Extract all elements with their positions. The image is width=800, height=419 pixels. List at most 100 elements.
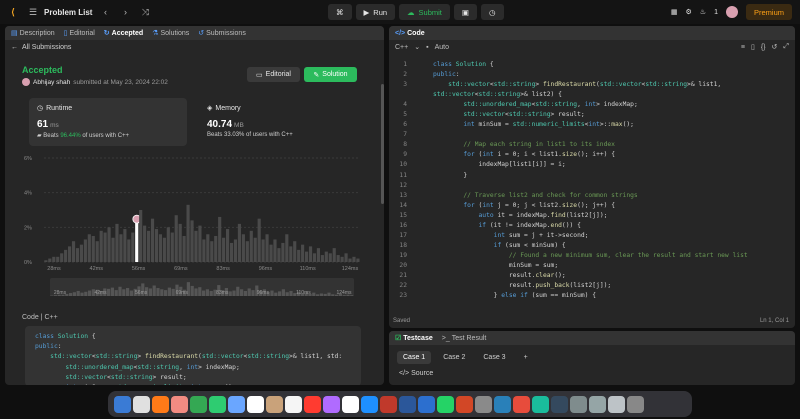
system-settings-icon[interactable] [380, 395, 397, 413]
mail-icon[interactable] [228, 395, 245, 413]
histogram-bar[interactable] [344, 253, 348, 262]
reset-icon[interactable]: ↺ [772, 43, 778, 51]
histogram-bar[interactable] [218, 216, 222, 262]
problem-list-link[interactable]: Problem List [44, 8, 92, 17]
histogram-bar[interactable] [107, 227, 111, 262]
tab-description[interactable]: ▤ Description [11, 29, 55, 37]
photos-icon[interactable] [171, 395, 188, 413]
code-line[interactable]: if (sum < minSum) { [433, 241, 748, 251]
problem-list-icon[interactable]: ☰ [26, 5, 40, 19]
code-line[interactable]: result.push_back(list2[j]); [433, 281, 748, 291]
clock-icon[interactable] [266, 395, 283, 413]
histogram-bar[interactable] [356, 258, 360, 262]
notes-button[interactable]: ▣ [453, 4, 477, 20]
safari-icon[interactable] [494, 395, 511, 413]
histogram-bar[interactable] [75, 248, 80, 262]
histogram-bar[interactable] [119, 234, 123, 262]
histogram-bar[interactable] [210, 241, 214, 262]
code-lines[interactable]: class Solution {public: std::vector<std:… [433, 60, 748, 301]
code-line[interactable]: std::unordered_map<std::string, int> ind… [433, 100, 748, 110]
prev-problem-icon[interactable]: ‹ [98, 5, 112, 19]
histogram-bar[interactable] [249, 230, 253, 262]
histogram-bar[interactable] [131, 232, 135, 262]
podcasts-icon[interactable] [323, 395, 340, 413]
case-1[interactable]: Case 1 [397, 351, 432, 364]
tab-submissions[interactable]: ↺ Submissions [198, 29, 246, 37]
memory-card[interactable]: ◈ Memory 40.74 MB Beats 33.03% of users wi… [199, 98, 355, 146]
preview-icon[interactable] [475, 395, 492, 413]
histogram-bar[interactable] [308, 246, 313, 262]
appstore-icon[interactable] [361, 395, 378, 413]
histogram-bar[interactable] [127, 239, 131, 262]
histogram-bar[interactable] [305, 251, 309, 262]
histogram-bar[interactable] [285, 234, 289, 262]
histogram-bar[interactable] [186, 204, 190, 262]
debug-button[interactable]: ⌘ [328, 4, 352, 20]
firefox-icon[interactable] [152, 395, 169, 413]
histogram-bar[interactable] [222, 237, 226, 262]
powerpoint-icon[interactable] [456, 395, 473, 413]
histogram-bar[interactable] [111, 237, 115, 262]
username[interactable]: Abhijay shah [33, 79, 70, 86]
calendar-icon[interactable] [247, 395, 264, 413]
histogram-bar[interactable] [269, 244, 273, 262]
vscode-icon[interactable] [418, 395, 435, 413]
histogram-bar[interactable] [166, 227, 170, 262]
code-line[interactable]: int sum = j + it->second; [433, 231, 748, 241]
histogram-bar[interactable] [56, 256, 60, 262]
xcode-icon[interactable] [532, 395, 549, 413]
histogram-bar[interactable] [123, 229, 127, 262]
chrome-icon[interactable] [133, 395, 150, 413]
all-submissions-link[interactable]: All Submissions [22, 44, 71, 51]
histogram-bar[interactable] [182, 236, 186, 262]
histogram-bar[interactable] [139, 210, 143, 262]
histogram-bar[interactable] [257, 218, 261, 262]
run-button[interactable]: ▶ Run [355, 4, 396, 20]
add-case-icon[interactable]: + [518, 351, 534, 364]
histogram-bar[interactable] [293, 241, 297, 262]
case-3[interactable]: Case 3 [477, 351, 511, 364]
tv-icon[interactable] [342, 395, 359, 413]
histogram-bar[interactable] [103, 232, 107, 262]
facetime-icon[interactable] [209, 395, 226, 413]
premium-button[interactable]: Premium [745, 4, 792, 20]
code-line[interactable] [433, 181, 748, 191]
histogram-bar[interactable] [178, 223, 182, 262]
code-line[interactable]: for (int i = 0; i < list1.size(); i++) { [433, 150, 748, 160]
leetcode-logo-icon[interactable]: ⟨ [6, 5, 20, 19]
histogram-bar[interactable] [48, 258, 52, 262]
histogram-bar[interactable] [289, 246, 293, 262]
word-icon[interactable] [399, 395, 416, 413]
histogram-bar[interactable] [52, 256, 56, 262]
histogram-bar[interactable] [95, 241, 99, 262]
histogram-bar[interactable] [190, 220, 194, 262]
histogram-bar[interactable] [214, 236, 218, 262]
histogram-bar[interactable] [99, 230, 103, 262]
histogram-bar[interactable] [348, 258, 352, 262]
arrow-left-icon[interactable]: ← [11, 44, 18, 51]
trash-icon[interactable] [608, 395, 625, 413]
code-line[interactable] [433, 130, 748, 140]
histogram-bar[interactable] [135, 222, 139, 262]
histogram-bar[interactable] [233, 239, 238, 262]
runtime-distribution-chart[interactable]: 6% 4% 2% 0% 28ms 42ms 56ms 69ms 83ms 96ms 110ms 124… [22, 150, 364, 300]
folder-icon[interactable] [551, 395, 568, 413]
histogram-bar[interactable] [206, 234, 210, 262]
code-line[interactable]: auto it = indexMap.find(list2[j]); [433, 211, 748, 221]
histogram-bar[interactable] [170, 232, 174, 262]
gear-icon[interactable]: ⚙ [686, 8, 692, 16]
code-line[interactable]: // Traverse list2 and check for common s… [433, 191, 748, 201]
histogram-bar[interactable] [312, 253, 317, 262]
histogram-bar[interactable] [91, 236, 95, 262]
runtime-card[interactable]: ◷ Runtime 61 ms ▰ Beats 96.44% of users wi… [29, 98, 187, 146]
histogram-bar[interactable] [229, 242, 234, 262]
notes-icon[interactable] [285, 395, 302, 413]
code-line[interactable]: minSum = sum; [433, 261, 748, 271]
tab-testcase[interactable]: ☑ Testcase [395, 334, 433, 342]
streak-fire-icon[interactable]: ♨ [700, 8, 706, 16]
code-line[interactable]: } else if (sum == minSum) { [433, 291, 748, 301]
histogram-bar[interactable] [265, 234, 269, 262]
histogram-bar[interactable] [253, 237, 257, 262]
downloads-icon[interactable] [570, 395, 587, 413]
histogram-bar[interactable] [324, 251, 328, 262]
